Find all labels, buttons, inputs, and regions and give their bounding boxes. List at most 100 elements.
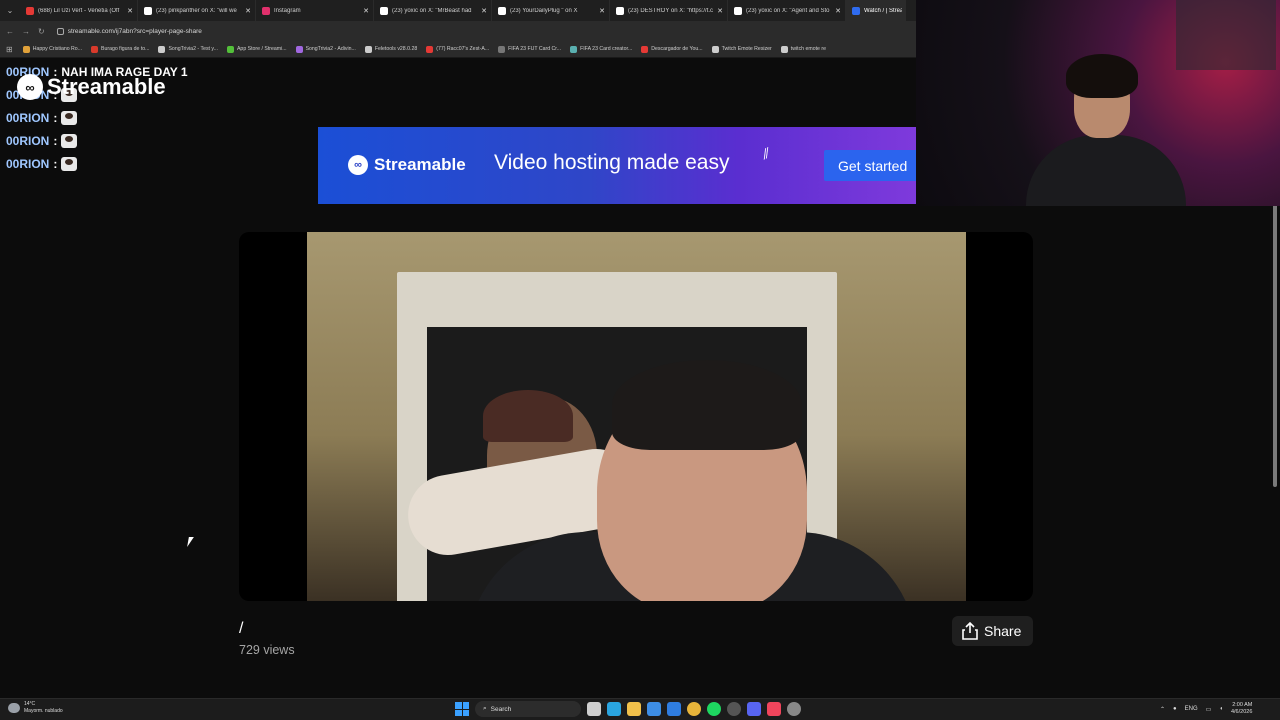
address-bar: ← → ↻ streamable.com/ij7abn?src=player-p…: [0, 21, 916, 41]
streamable-logo-icon: ∞: [348, 155, 368, 175]
windows-start-icon[interactable]: [455, 702, 469, 716]
taskbar-search[interactable]: ⌕ Search: [475, 701, 581, 717]
get-started-button[interactable]: Get started: [824, 150, 920, 181]
view-count: 729 views: [239, 643, 295, 657]
bookmark-favicon-icon: [780, 45, 788, 53]
bookmark-favicon-icon: [158, 45, 166, 53]
share-button[interactable]: Share: [952, 616, 1033, 646]
streamable-logo-icon: ∞: [17, 74, 43, 100]
x-icon: [498, 6, 506, 15]
browser-tab[interactable]: (688) Lil Uzi Vert - Venetia (Off ✕: [20, 0, 138, 21]
forward-icon[interactable]: →: [22, 27, 30, 36]
bookmark-item[interactable]: SongTrivia2 - Test y...: [158, 45, 218, 53]
webcam-streamer-body: [1026, 135, 1186, 206]
share-label: Share: [984, 623, 1022, 639]
search-icon: ⌕: [483, 705, 487, 712]
chat-separator: :: [53, 110, 58, 125]
x-icon: [144, 6, 152, 15]
chat-message: 00RION:: [6, 106, 188, 129]
bookmark-favicon-icon: [295, 45, 303, 53]
system-tray: ⌃ ● ENG ▭ ◖ 2:00 AM 4/6/2026: [1160, 702, 1252, 716]
chevron-up-icon[interactable]: ⌃: [1160, 706, 1165, 713]
ad-logo: ∞ Streamable: [348, 155, 466, 175]
microphone-icon[interactable]: ●: [1173, 706, 1177, 712]
bookmark-item[interactable]: FIFA 23 Card creator...: [570, 45, 632, 53]
taskbar-apps: ⌕ Search: [455, 701, 801, 717]
bookmark-item[interactable]: FIFA 23 FUT Card Cr...: [498, 45, 561, 53]
taskbar: 14°C Mayorm. nublado ⌕ Search ⌃ ● ENG ▭ ◖: [0, 698, 1280, 720]
obs-icon[interactable]: [727, 702, 741, 716]
browser-tab-active[interactable]: Watch / | Streama: [846, 0, 906, 21]
bookmark-item[interactable]: Burago figura de to...: [91, 45, 149, 53]
discord-icon[interactable]: [747, 702, 761, 716]
emote-icon: [61, 110, 78, 125]
video-frame[interactable]: [307, 232, 966, 601]
clock[interactable]: 2:00 AM 4/6/2026: [1231, 702, 1252, 716]
weather-temp: 14°C: [24, 701, 36, 707]
bookmark-favicon-icon: [711, 45, 719, 53]
volume-icon[interactable]: ◖: [1219, 706, 1223, 712]
bookmark-favicon-icon: [498, 45, 506, 53]
webcam-wall-frames: [1176, 0, 1276, 70]
photos-icon[interactable]: [647, 702, 661, 716]
mail-icon[interactable]: [667, 702, 681, 716]
browser-tab[interactable]: (23) yoxic on X: "MrBeast had ✕: [374, 0, 492, 21]
site-info-icon[interactable]: [56, 27, 64, 35]
clock-time: 2:00 AM: [1232, 702, 1253, 708]
bookmark-item[interactable]: twitch emote re: [780, 45, 826, 53]
close-icon[interactable]: ✕: [481, 7, 487, 15]
bookmark-item[interactable]: Feletools v28.0.28: [364, 45, 417, 53]
close-icon[interactable]: ✕: [127, 7, 133, 15]
reload-icon[interactable]: ↻: [38, 27, 45, 36]
bookmark-item[interactable]: Descargador de You...: [641, 45, 703, 53]
language-indicator[interactable]: ENG: [1185, 706, 1198, 712]
bookmark-item[interactable]: Twitch Emote Resizer: [711, 45, 772, 53]
scrollbar-thumb[interactable]: [1273, 157, 1277, 487]
url-field[interactable]: streamable.com/ij7abn?src=player-page-sh…: [56, 27, 202, 35]
chrome-icon[interactable]: [687, 702, 701, 716]
browser-tab[interactable]: (23) YourDailyPlug " on X ✕: [492, 0, 610, 21]
tab-search-icon[interactable]: ⌄: [0, 0, 20, 21]
bookmark-favicon-icon: [22, 45, 30, 53]
browser-tab[interactable]: (23) yoxic on X: "Agent and Sto ✕: [728, 0, 846, 21]
page-scrollbar[interactable]: [1272, 145, 1278, 630]
close-icon[interactable]: ✕: [599, 7, 605, 15]
browser-tab[interactable]: (23) DESTROY on X: "https://t.c ✕: [610, 0, 728, 21]
chat-separator: :: [53, 133, 58, 148]
video-player[interactable]: [239, 232, 1033, 601]
task-view-icon[interactable]: [587, 702, 601, 716]
sparkle-icon: ⁄⁄: [760, 144, 772, 162]
chat-message: 00RION:: [6, 152, 188, 175]
bookmark-item[interactable]: App Store / Streami...: [226, 45, 287, 53]
bookmark-item[interactable]: SongTrivia2 - Adivin...: [295, 45, 356, 53]
x-icon: [380, 6, 388, 15]
close-icon[interactable]: ✕: [835, 7, 841, 15]
ad-tagline: Video hosting made easy: [494, 151, 730, 174]
x-icon: [616, 6, 624, 15]
file-explorer-icon[interactable]: [627, 702, 641, 716]
bookmark-favicon-icon: [364, 45, 372, 53]
apps-grid-icon[interactable]: ⊞: [6, 45, 13, 54]
edge-icon[interactable]: [607, 702, 621, 716]
webcam-overlay: [916, 0, 1280, 206]
network-icon[interactable]: ▭: [1206, 706, 1212, 713]
webcam-streamer-hair: [1066, 54, 1138, 98]
close-icon[interactable]: ✕: [363, 7, 369, 15]
spotify-icon[interactable]: [707, 702, 721, 716]
bookmark-item[interactable]: (77) Racc07's Zest-A...: [426, 45, 489, 53]
browser-tab[interactable]: Instagram ✕: [256, 0, 374, 21]
browser-tab-bar: ⌄ (688) Lil Uzi Vert - Venetia (Off ✕ (23…: [0, 0, 916, 21]
browser-tab[interactable]: (23) pinkpanther on X: "will we ✕: [138, 0, 256, 21]
bookmark-item[interactable]: Happy Cristiano Ro...: [22, 45, 82, 53]
emote-icon: [61, 156, 78, 171]
ad-banner[interactable]: ∞ Streamable Video hosting made easy ⁄⁄ …: [318, 127, 920, 204]
app-icon[interactable]: [787, 702, 801, 716]
bookmark-favicon-icon: [641, 45, 649, 53]
back-icon[interactable]: ←: [6, 27, 14, 36]
close-icon[interactable]: ✕: [717, 7, 723, 15]
close-icon[interactable]: ✕: [245, 7, 251, 15]
url-text: streamable.com/ij7abn?src=player-page-sh…: [67, 27, 202, 35]
music-icon[interactable]: [767, 702, 781, 716]
weather-widget[interactable]: 14°C Mayorm. nublado: [8, 701, 63, 715]
chat-separator: :: [53, 156, 58, 171]
